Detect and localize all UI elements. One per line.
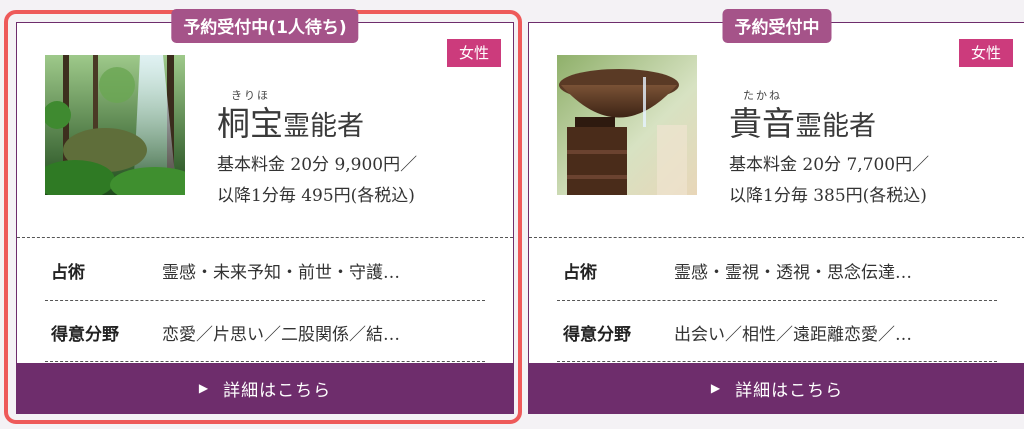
detail-button-label: 詳細はこちら xyxy=(223,380,332,401)
detail-button[interactable]: ▶ 詳細はこちら xyxy=(17,363,513,413)
per-minute-price: 以降1分毎 495円(各税込) xyxy=(217,186,415,206)
divider xyxy=(529,237,1024,238)
specialty-label: 得意分野 xyxy=(51,325,119,345)
detail-button[interactable]: ▶ 詳細はこちら xyxy=(529,363,1024,413)
divination-value: 霊感・未来予知・前世・守護… xyxy=(162,263,400,283)
forest-image xyxy=(45,55,185,195)
specialty-label: 得意分野 xyxy=(563,325,631,345)
name-text: 貴音 xyxy=(729,104,795,143)
divider xyxy=(557,300,997,301)
play-arrow-icon: ▶ xyxy=(198,381,210,395)
specialty-value: 恋愛／片思い／二股関係／結… xyxy=(162,325,400,345)
fortune-teller-name[interactable]: 桐宝霊能者 xyxy=(217,97,364,145)
fortune-teller-card-kiriho[interactable]: 予約受付中(1人待ち) 女性 きりほ 桐宝霊能者 基本料金 20分 9,900円… xyxy=(16,9,514,414)
status-badge: 予約受付中 xyxy=(722,9,832,43)
specialty-value: 出会い／相性／遠距離恋愛／… xyxy=(674,325,912,345)
divider xyxy=(17,237,513,238)
stone-basin-photo[interactable] xyxy=(557,55,697,195)
divider xyxy=(45,300,485,301)
gender-badge: 女性 xyxy=(446,39,501,67)
forest-photo[interactable] xyxy=(45,55,185,195)
per-minute-price: 以降1分毎 385円(各税込) xyxy=(729,186,927,206)
stone-basin-image xyxy=(557,55,697,195)
divination-label: 占術 xyxy=(563,263,597,283)
title-suffix: 霊能者 xyxy=(795,111,876,142)
divider xyxy=(557,361,997,362)
name-text: 桐宝 xyxy=(217,104,283,143)
fortune-teller-card-takane[interactable]: 予約受付中 女性 たかね 貴音霊能者 基本料金 20分 7,700円／ 以降1分… xyxy=(528,9,1024,414)
fortune-teller-name[interactable]: 貴音霊能者 xyxy=(729,97,876,145)
base-price: 基本料金 20分 7,700円／ xyxy=(729,155,930,175)
play-arrow-icon: ▶ xyxy=(710,381,722,395)
base-price: 基本料金 20分 9,900円／ xyxy=(217,155,418,175)
gender-badge: 女性 xyxy=(958,39,1013,67)
status-badge: 予約受付中(1人待ち) xyxy=(171,9,359,43)
divider xyxy=(45,361,485,362)
divination-label: 占術 xyxy=(51,263,85,283)
detail-button-label: 詳細はこちら xyxy=(735,380,844,401)
divination-value: 霊感・霊視・透視・思念伝達… xyxy=(674,263,912,283)
title-suffix: 霊能者 xyxy=(283,111,364,142)
